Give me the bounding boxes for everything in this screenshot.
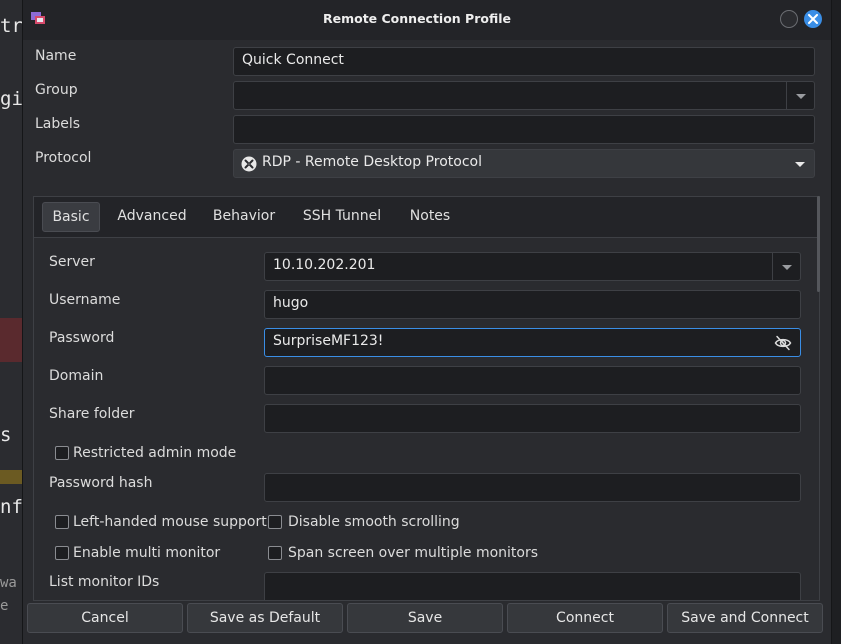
- server-value: 10.10.202.201: [273, 257, 376, 273]
- domain-input[interactable]: [264, 366, 801, 395]
- background-text: wa: [0, 575, 17, 591]
- password-hash-label: Password hash: [49, 475, 153, 491]
- tab-basic[interactable]: Basic: [42, 202, 100, 232]
- window-title: Remote Connection Profile: [322, 11, 511, 26]
- protocol-select[interactable]: RDP - Remote Desktop Protocol: [233, 149, 815, 178]
- chevron-down-icon: [795, 162, 805, 167]
- close-icon: [808, 14, 818, 24]
- notebook-scrollbar[interactable]: [817, 196, 820, 292]
- server-dropdown-button[interactable]: [772, 253, 800, 280]
- server-label: Server: [49, 254, 95, 270]
- background-text: gi: [0, 88, 23, 110]
- domain-label: Domain: [49, 368, 104, 384]
- tab-notes[interactable]: Notes: [402, 202, 458, 232]
- monitor-ids-input[interactable]: [264, 572, 801, 600]
- group-label: Group: [35, 82, 78, 98]
- enable-multi-monitor-label[interactable]: Enable multi monitor: [73, 545, 220, 561]
- background-band: [0, 318, 22, 362]
- share-folder-label: Share folder: [49, 406, 135, 422]
- enable-multi-monitor-checkbox[interactable]: [55, 546, 69, 560]
- left-handed-mouse-label[interactable]: Left-handed mouse support: [73, 514, 267, 530]
- labels-input[interactable]: [233, 115, 815, 144]
- name-value: Quick Connect: [242, 52, 344, 68]
- background-text: s: [0, 424, 12, 446]
- connect-button[interactable]: Connect: [507, 603, 663, 633]
- chevron-down-icon: [782, 265, 792, 270]
- labels-label: Labels: [35, 116, 81, 132]
- protocol-dropdown-button[interactable]: [786, 150, 814, 177]
- connection-profile-dialog: Remote Connection Profile Name Quick Con…: [22, 0, 832, 644]
- password-label: Password: [49, 330, 115, 346]
- restricted-admin-label[interactable]: Restricted admin mode: [73, 445, 236, 461]
- password-value: SurpriseMF123!: [273, 333, 384, 349]
- span-screen-label[interactable]: Span screen over multiple monitors: [288, 545, 538, 561]
- background-text: nf: [0, 496, 23, 518]
- password-input[interactable]: SurpriseMF123!: [264, 328, 801, 357]
- username-value: hugo: [273, 295, 309, 311]
- restricted-admin-checkbox[interactable]: [55, 446, 69, 460]
- background-band: [0, 470, 22, 484]
- name-label: Name: [35, 48, 77, 64]
- chevron-down-icon: [796, 94, 806, 99]
- eye-slash-icon[interactable]: [774, 334, 792, 356]
- username-label: Username: [49, 292, 121, 308]
- name-input[interactable]: Quick Connect: [233, 47, 815, 76]
- monitor-ids-label: List monitor IDs: [49, 574, 160, 590]
- left-handed-mouse-checkbox[interactable]: [55, 515, 69, 529]
- tab-behavior[interactable]: Behavior: [206, 202, 282, 232]
- username-input[interactable]: hugo: [264, 290, 801, 319]
- password-hash-input[interactable]: [264, 473, 801, 502]
- protocol-value: RDP - Remote Desktop Protocol: [262, 154, 482, 170]
- span-screen-checkbox[interactable]: [268, 546, 282, 560]
- protocol-label: Protocol: [35, 150, 92, 166]
- background-text: tr: [0, 15, 23, 37]
- share-folder-chooser[interactable]: [264, 404, 801, 433]
- tab-ssh-tunnel[interactable]: SSH Tunnel: [296, 202, 388, 232]
- minimize-button[interactable]: [780, 10, 798, 28]
- group-combo[interactable]: [233, 81, 815, 110]
- background-text: e: [0, 598, 9, 614]
- cancel-button[interactable]: Cancel: [27, 603, 183, 633]
- save-and-connect-button[interactable]: Save and Connect: [667, 603, 823, 633]
- save-button[interactable]: Save: [347, 603, 503, 633]
- rdp-protocol-icon: [241, 156, 257, 176]
- settings-notebook: Basic Advanced Behavior SSH Tunnel Notes…: [33, 196, 820, 601]
- title-bar[interactable]: Remote Connection Profile: [23, 0, 831, 40]
- group-dropdown-button[interactable]: [786, 82, 814, 109]
- server-combo[interactable]: 10.10.202.201: [264, 252, 801, 281]
- disable-smooth-scrolling-checkbox[interactable]: [268, 515, 282, 529]
- tab-bar: Basic Advanced Behavior SSH Tunnel Notes: [34, 197, 819, 238]
- save-as-default-button[interactable]: Save as Default: [187, 603, 343, 633]
- close-button[interactable]: [804, 10, 822, 28]
- tab-advanced[interactable]: Advanced: [112, 202, 192, 232]
- disable-smooth-scrolling-label[interactable]: Disable smooth scrolling: [288, 514, 460, 530]
